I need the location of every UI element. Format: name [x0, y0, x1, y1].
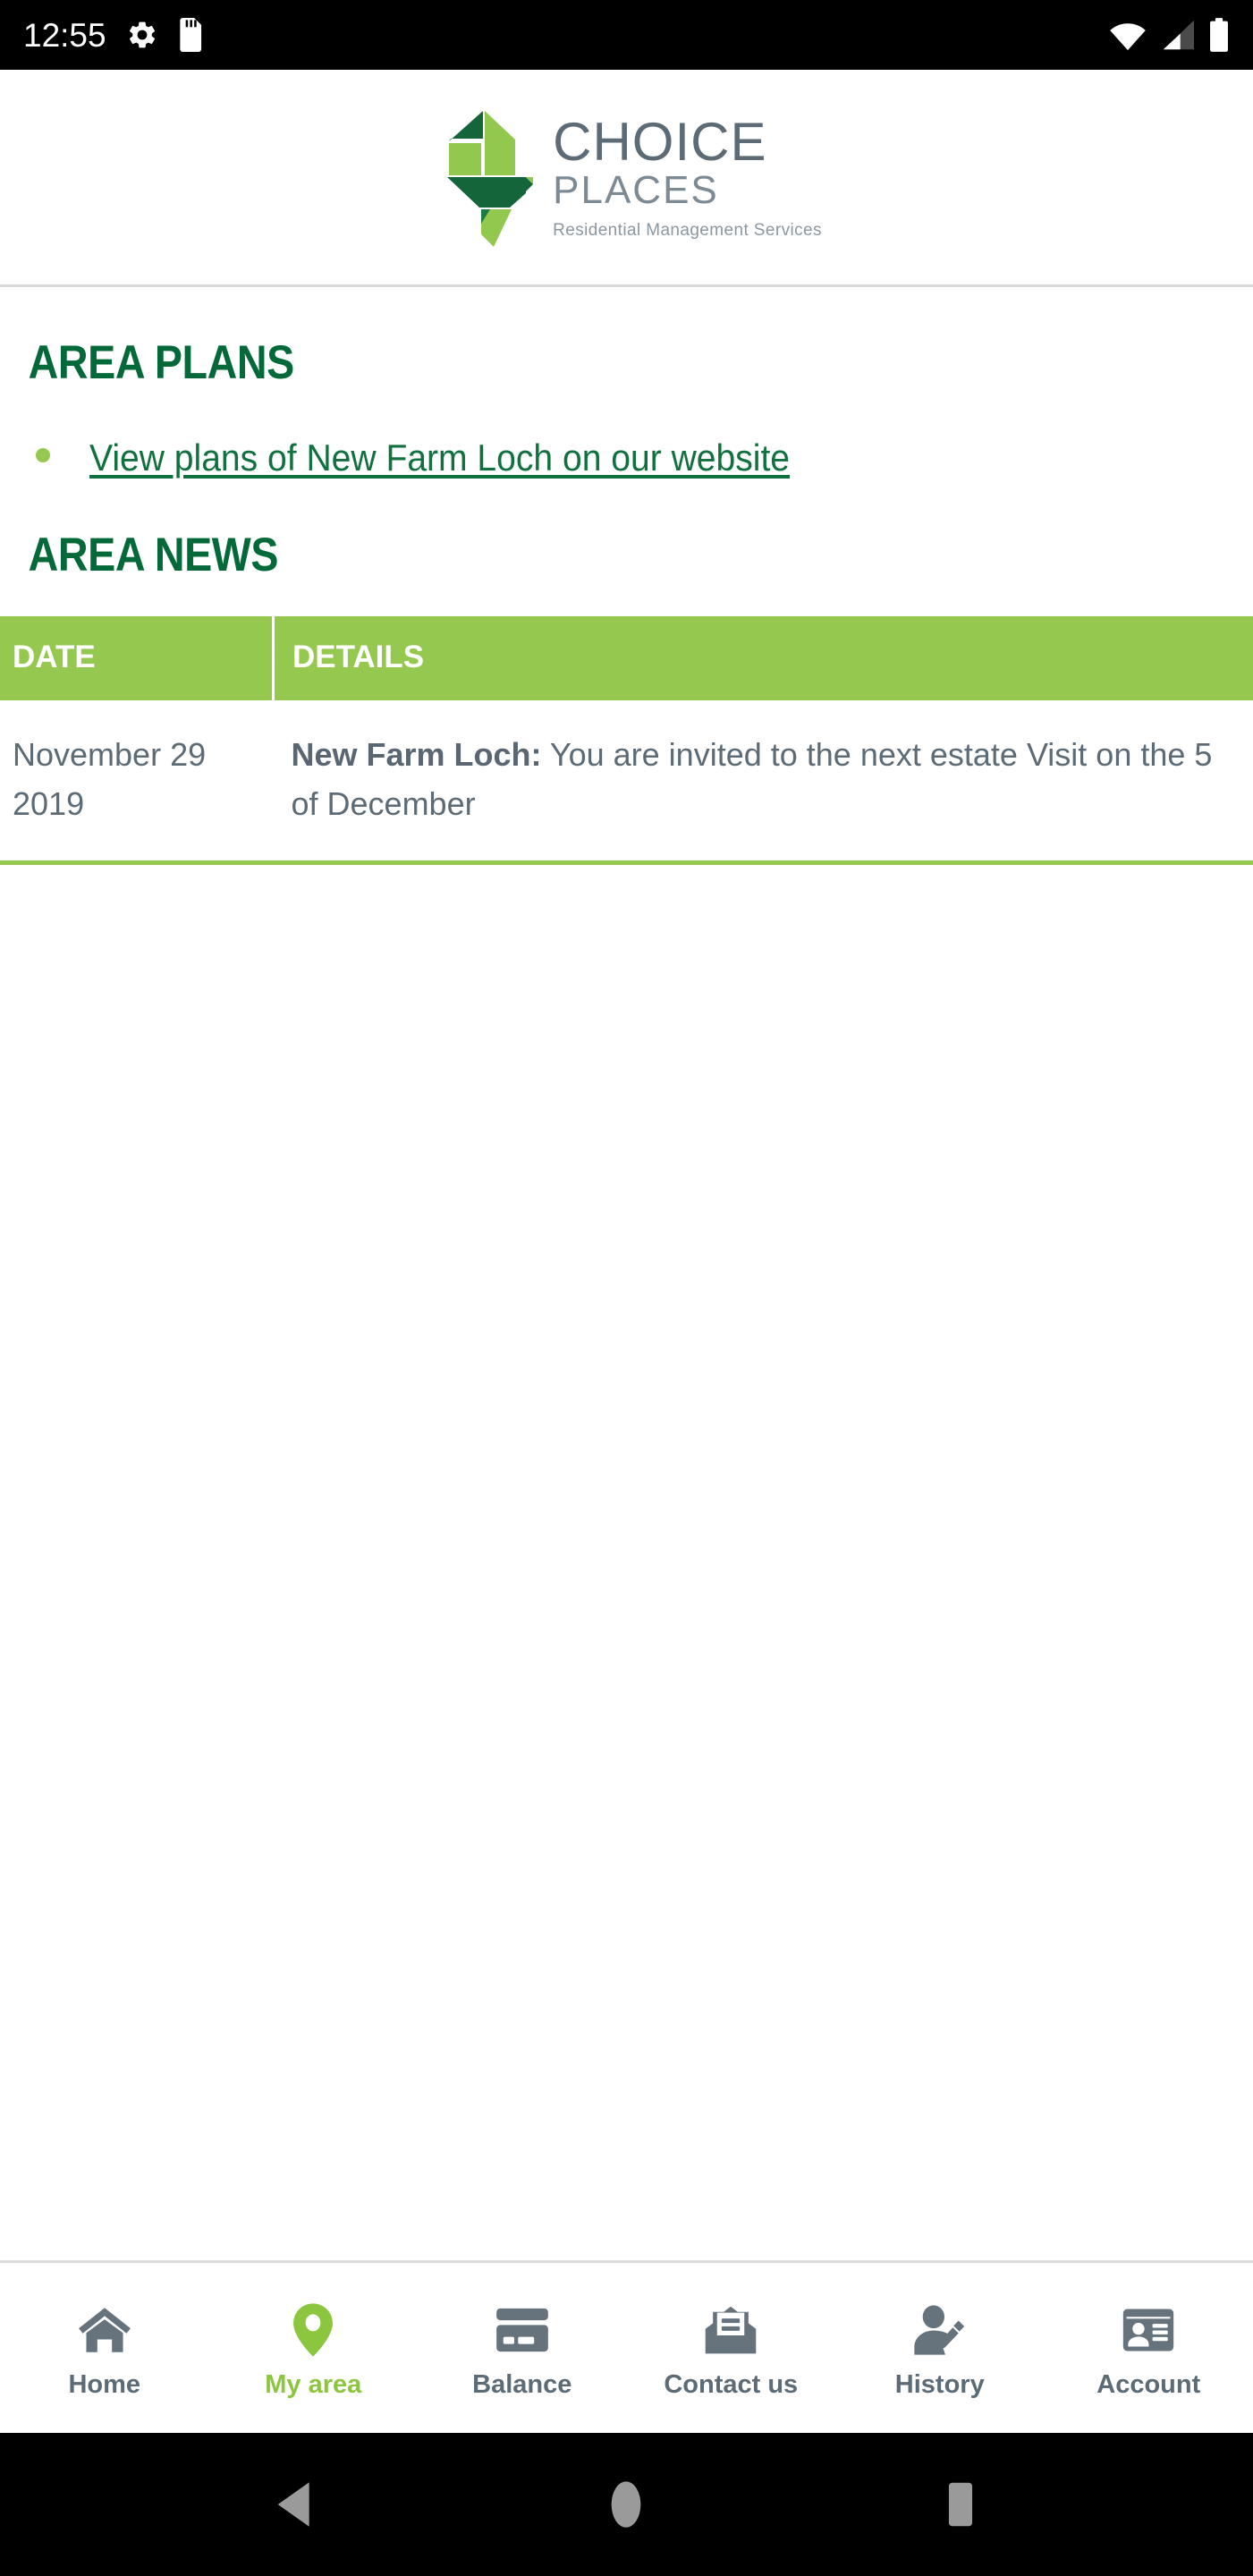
- main-content: AREA PLANS View plans of New Farm Loch o…: [0, 287, 1253, 2260]
- credit-card-icon: [495, 2302, 550, 2358]
- status-clock: 12:55: [23, 16, 106, 54]
- area-plans-list: View plans of New Farm Loch on our websi…: [0, 386, 1253, 479]
- nav-label: My area: [265, 2369, 362, 2399]
- column-header-date: DATE: [0, 616, 274, 700]
- choice-places-logo-mark-icon: [440, 107, 534, 250]
- person-pencil-icon: [912, 2302, 968, 2358]
- house-icon: [77, 2302, 132, 2358]
- nav-item-balance[interactable]: Balance: [418, 2268, 627, 2433]
- table-header: DATE DETAILS: [0, 616, 1253, 700]
- area-news-table: DATE DETAILS November 29 2019 New Farm L…: [0, 616, 1253, 866]
- table-header-row: DATE DETAILS: [0, 616, 1253, 700]
- wifi-icon: [1108, 19, 1147, 51]
- area-plans-heading: AREA PLANS: [28, 336, 294, 389]
- news-date-value: November 29 2019: [13, 736, 207, 822]
- cell-details: New Farm Loch: You are invited to the ne…: [273, 700, 1253, 866]
- nav-item-contact-us[interactable]: Contact us: [627, 2268, 836, 2433]
- brand-name-secondary: PLACES: [553, 167, 719, 212]
- battery-icon: [1208, 18, 1230, 52]
- nav-label: History: [894, 2369, 985, 2399]
- brand-wordmark: CHOICE PLACES Residential Management Ser…: [553, 104, 822, 241]
- area-news-heading: AREA NEWS: [28, 529, 279, 581]
- status-bar-left: 12:55: [23, 18, 205, 52]
- nav-label: Balance: [472, 2369, 572, 2399]
- brand-tagline: Residential Management Services: [553, 220, 822, 240]
- back-triangle-icon[interactable]: [239, 2460, 346, 2549]
- area-plans-website-link[interactable]: View plans of New Farm Loch on our websi…: [89, 436, 790, 479]
- nav-item-my-area[interactable]: My area: [209, 2268, 419, 2433]
- brand-logo: CHOICE PLACES Residential Management Ser…: [440, 104, 822, 250]
- brand-name-primary: CHOICE: [553, 112, 767, 172]
- nav-item-home[interactable]: Home: [0, 2268, 209, 2433]
- map-pin-icon: [292, 2302, 334, 2358]
- status-bar: 12:55: [0, 0, 1253, 70]
- android-system-navigation-bar: [0, 2433, 1253, 2576]
- cellular-signal-icon: [1160, 19, 1196, 51]
- app-header: CHOICE PLACES Residential Management Ser…: [0, 70, 1253, 287]
- status-bar-right: [1108, 18, 1230, 52]
- column-header-details: DETAILS: [272, 616, 1253, 700]
- bullet-icon: [36, 448, 50, 462]
- recents-square-icon[interactable]: [907, 2460, 1014, 2549]
- nav-label: Account: [1096, 2369, 1201, 2399]
- table-body: November 29 2019 New Farm Loch: You are …: [0, 700, 1253, 866]
- gear-icon: [126, 19, 158, 51]
- phone-screen: 12:55 CHOICE PLACES Residential Manageme…: [0, 0, 1253, 2576]
- table-row: November 29 2019 New Farm Loch: You are …: [0, 700, 1253, 866]
- nav-label: Contact us: [664, 2369, 799, 2399]
- sd-card-icon: [178, 18, 205, 52]
- nav-item-history[interactable]: History: [835, 2268, 1045, 2433]
- nav-item-account[interactable]: Account: [1045, 2268, 1253, 2433]
- id-card-icon: [1122, 2302, 1175, 2358]
- home-circle-icon[interactable]: [572, 2460, 680, 2549]
- bottom-navigation-bar: Home My area Balance Contact us History …: [0, 2260, 1253, 2433]
- open-envelope-icon: [704, 2302, 758, 2358]
- news-detail-lead: New Farm Loch:: [291, 736, 542, 773]
- cell-date: November 29 2019: [0, 700, 274, 866]
- nav-label: Home: [68, 2369, 141, 2399]
- list-item: View plans of New Farm Loch on our websi…: [0, 436, 1253, 479]
